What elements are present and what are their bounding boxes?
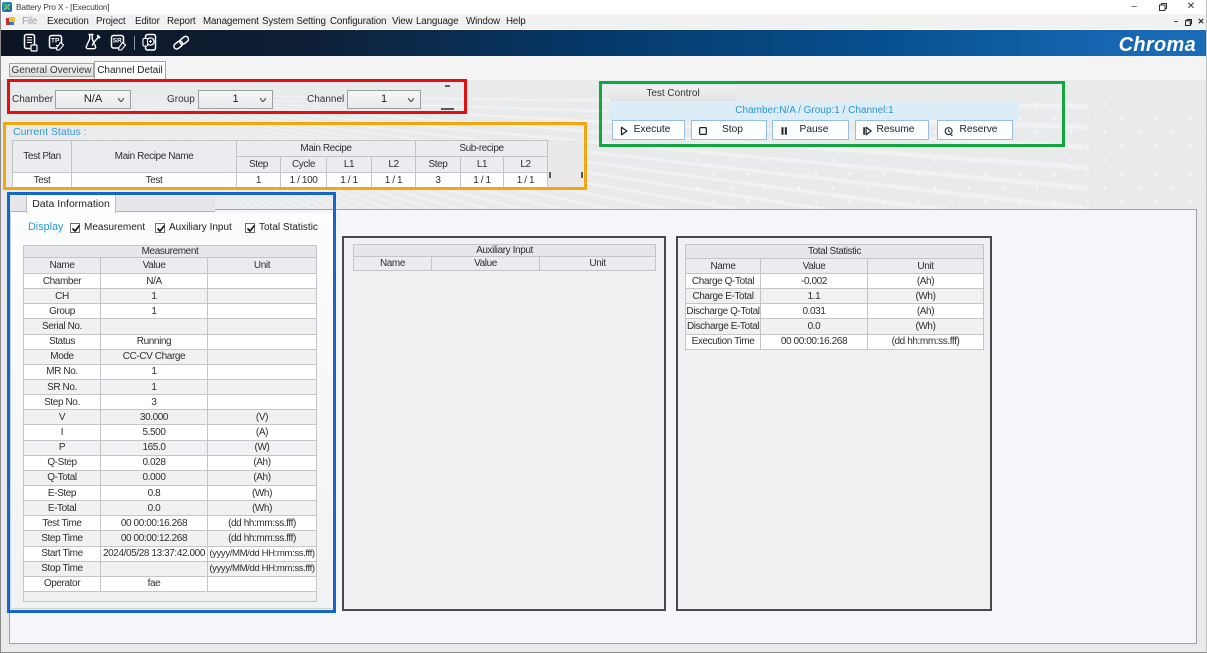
svg-text:TP: TP <box>51 38 60 45</box>
svg-text:SR: SR <box>113 38 122 45</box>
